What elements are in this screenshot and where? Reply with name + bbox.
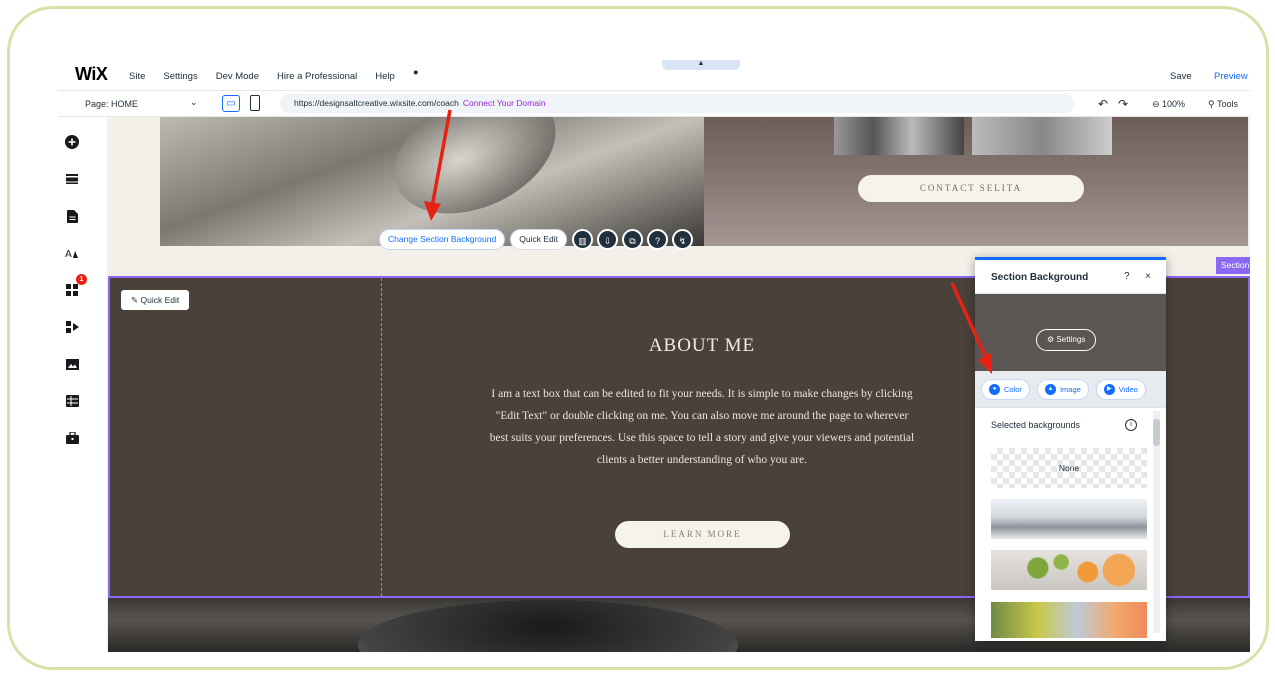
screenshot-frame: WiX Site Settings Dev Mode Hire a Profes… — [7, 6, 1269, 670]
panel-help-icon[interactable]: ? — [1124, 271, 1130, 282]
cms-icon[interactable] — [62, 391, 82, 411]
duplicate-icon[interactable]: ⧉ — [621, 229, 643, 250]
photo-detail — [358, 600, 738, 652]
redo-icon[interactable]: ↷ — [1118, 97, 1128, 111]
quick-edit-tag[interactable]: ✎ Quick Edit — [121, 290, 190, 310]
gallery-image — [834, 117, 964, 155]
animation-icon[interactable]: ↯ — [671, 229, 693, 250]
design-icon[interactable]: A — [62, 243, 82, 263]
learn-more-button[interactable]: LEARN MORE — [615, 521, 790, 548]
portfolio-icon[interactable] — [62, 428, 82, 448]
background-none-swatch[interactable]: None — [991, 448, 1147, 488]
image-tab-label: Image — [1059, 384, 1081, 394]
about-body-text[interactable]: I am a text box that can be edited to fi… — [486, 383, 918, 471]
panel-scrollbar[interactable] — [1153, 411, 1160, 633]
apps-icon[interactable]: 1 — [62, 274, 87, 300]
background-gradient-swatch[interactable] — [991, 602, 1147, 638]
apps-badge: 1 — [76, 274, 87, 285]
quick-edit-button[interactable]: Quick Edit — [510, 229, 567, 250]
business-icon[interactable] — [62, 317, 82, 337]
gallery-image — [972, 117, 1112, 155]
video-icon: ▶ — [1103, 383, 1115, 395]
tools-menu[interactable]: ⚲ Tools — [1208, 99, 1238, 110]
help-icon[interactable]: ? — [646, 229, 668, 250]
change-section-background-button[interactable]: Change Section Background — [379, 229, 506, 250]
connect-domain-link[interactable]: Connect Your Domain — [463, 98, 546, 108]
image-icon: ▲ — [1044, 383, 1056, 395]
notification-dot-icon: ● — [412, 66, 419, 78]
section-background-panel: Section Background ? × ⚙ Settings ● Color… — [975, 257, 1166, 641]
color-tab[interactable]: ● Color — [981, 378, 1030, 400]
section-tag[interactable]: Section — [1216, 257, 1250, 274]
background-fruit-swatch[interactable] — [991, 550, 1147, 590]
undo-icon[interactable]: ↶ — [1098, 97, 1108, 111]
video-tab[interactable]: ▶ Video — [1095, 378, 1146, 400]
site-url: https://designsaltcreative.wixsite.com/c… — [294, 98, 459, 108]
hero-photo-left — [160, 117, 704, 246]
media-icon[interactable] — [62, 354, 82, 374]
menu-dev-mode[interactable]: Dev Mode — [216, 71, 259, 82]
menu-help[interactable]: Help ● — [375, 68, 436, 82]
background-settings-button[interactable]: ⚙ Settings — [1036, 329, 1097, 351]
tools-label: Tools — [1216, 99, 1238, 109]
mobile-view-icon[interactable] — [250, 95, 260, 111]
image-tab[interactable]: ▲ Image — [1036, 378, 1089, 400]
color-drop-icon: ● — [989, 383, 1000, 395]
desktop-view-icon[interactable]: ▭ — [222, 95, 240, 112]
site-url-bar[interactable]: https://designsaltcreative.wixsite.com/c… — [280, 94, 1074, 113]
top-menu: Site Settings Dev Mode Hire a Profession… — [129, 68, 455, 82]
zoom-control[interactable]: ⊖ 100% — [1152, 99, 1185, 110]
selected-backgrounds-list: Selected backgrounds i None — [975, 408, 1166, 638]
add-icon[interactable] — [62, 132, 82, 152]
svg-text:A: A — [65, 249, 72, 259]
page-selector[interactable]: Page: HOME — [85, 99, 138, 109]
menu-site[interactable]: Site — [129, 71, 145, 82]
menu-hire-professional[interactable]: Hire a Professional — [277, 71, 357, 82]
about-title[interactable]: ABOUT ME — [560, 335, 844, 357]
panel-title: Section Background — [991, 272, 1089, 283]
move-down-icon[interactable]: ⇩ — [596, 229, 618, 250]
wix-editor: WiX Site Settings Dev Mode Hire a Profes… — [58, 52, 1250, 652]
background-type-tabs: ● Color ▲ Image ▶ Video — [975, 371, 1166, 408]
section-toolbar: Change Section Background Quick Edit ▥ ⇩… — [379, 228, 697, 251]
quick-edit-tag-label: Quick Edit — [140, 295, 180, 305]
selected-backgrounds-label: Selected backgrounds — [991, 420, 1081, 430]
photo-detail — [374, 117, 576, 238]
contact-button[interactable]: CONTACT SELITA — [858, 175, 1084, 202]
pages-icon[interactable] — [62, 206, 82, 226]
menu-help-label: Help — [375, 71, 395, 82]
info-icon[interactable]: i — [1125, 419, 1137, 431]
address-bar-row: Page: HOME ⌄ ▭ https://designsaltcreativ… — [58, 90, 1250, 117]
panel-header: Section Background ? × — [975, 260, 1166, 294]
sections-icon[interactable] — [62, 169, 82, 189]
color-tab-label: Color — [1004, 384, 1022, 394]
layout-icon[interactable]: ▥ — [571, 229, 593, 250]
panel-close-icon[interactable]: × — [1145, 271, 1151, 282]
save-button[interactable]: Save — [1170, 71, 1192, 82]
wix-logo: WiX — [75, 64, 108, 84]
background-mountain-swatch[interactable] — [991, 499, 1147, 539]
menu-settings[interactable]: Settings — [163, 71, 197, 82]
background-preview: ⚙ Settings — [975, 294, 1166, 371]
scrollbar-thumb[interactable] — [1153, 419, 1160, 446]
video-tab-label: Video — [1118, 384, 1138, 394]
left-sidebar: A 1 — [58, 117, 108, 652]
collapse-topbar-button[interactable]: ▲ — [662, 60, 740, 70]
top-bar: WiX Site Settings Dev Mode Hire a Profes… — [58, 52, 1250, 90]
preview-button[interactable]: Preview — [1214, 71, 1248, 82]
chevron-down-icon[interactable]: ⌄ — [190, 97, 198, 108]
column-divider — [381, 278, 382, 596]
settings-label: Settings — [1056, 335, 1086, 344]
